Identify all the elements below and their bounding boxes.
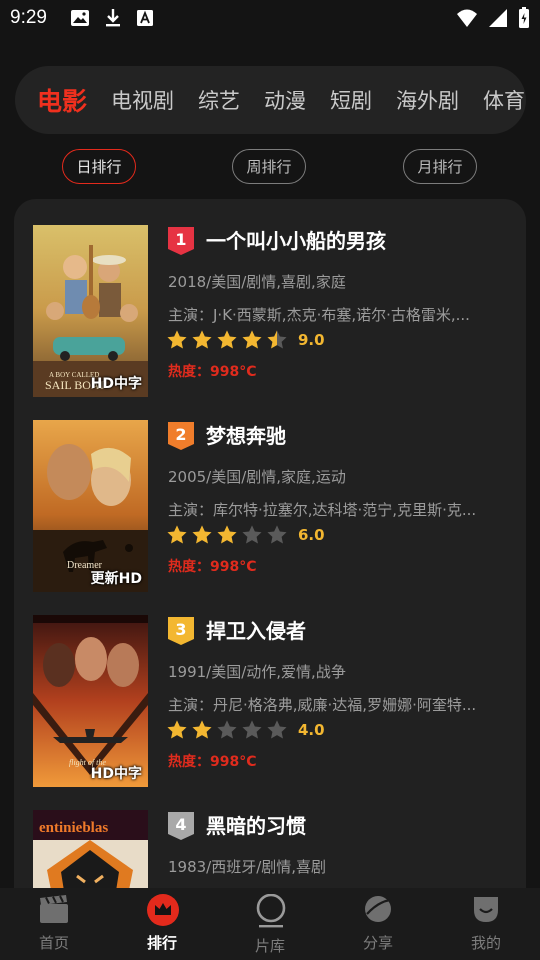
movie-score: 9.0	[298, 331, 325, 349]
movie-score: 6.0	[298, 526, 325, 544]
clapperboard-icon	[39, 894, 69, 924]
tab-anime[interactable]: 动漫	[264, 85, 306, 115]
star-icon	[216, 524, 238, 550]
poster-badge: HD中字	[90, 766, 142, 782]
rank-badge: 3	[168, 617, 194, 645]
system-icons	[456, 7, 530, 33]
poster-image[interactable]: flight of the HD中字	[33, 615, 148, 787]
tab-variety[interactable]: 综艺	[198, 85, 240, 115]
list-item[interactable]: flight of the HD中字 3 捍卫入侵者 1991/美国/动作,爱情…	[33, 615, 513, 787]
star-rating	[166, 524, 288, 550]
movie-meta: 2018/美国/剧情,喜剧,家庭	[168, 273, 346, 291]
star-icon	[166, 329, 188, 355]
poster-badge: HD中字	[90, 376, 142, 392]
tab-short-drama[interactable]: 短剧	[330, 85, 372, 115]
movie-cast: 主演：J·K·西蒙斯,杰克·布塞,诺尔·古格雷米,...	[168, 306, 470, 324]
status-bar: 9:29	[0, 0, 540, 36]
movie-title[interactable]: 一个叫小小船的男孩	[206, 225, 386, 254]
nav-library[interactable]: 片库	[230, 888, 310, 960]
movie-heat: 热度：998°C	[168, 559, 257, 575]
movie-meta: 1991/美国/动作,爱情,战争	[168, 663, 346, 681]
movie-title[interactable]: 梦想奔驰	[206, 420, 286, 449]
nav-ranking[interactable]: 排行	[122, 888, 202, 960]
poster-badge: 更新HD	[90, 571, 142, 587]
profile-icon	[471, 894, 501, 924]
category-tabs: 电影 电视剧 综艺 动漫 短剧 海外剧 体育	[15, 66, 526, 134]
star-icon	[166, 719, 188, 745]
nav-share[interactable]: 分享	[338, 888, 418, 960]
planet-icon	[363, 894, 393, 924]
star-icon	[266, 719, 288, 745]
nav-profile[interactable]: 我的	[446, 888, 526, 960]
list-item[interactable]: entinieblas 4 黑暗的习惯 1983/西班牙/剧情,喜剧	[33, 810, 513, 888]
rank-badge: 2	[168, 422, 194, 450]
star-icon	[191, 329, 213, 355]
rank-badge: 4	[168, 812, 194, 840]
list-item[interactable]: A BOY CALLED SAIL BOAT HD中字 1 一个叫小小船的男孩 …	[33, 225, 513, 397]
list-item[interactable]: Dreamer 更新HD 2 梦想奔驰 2005/美国/剧情,家庭,运动 主演：…	[33, 420, 513, 592]
crown-icon	[147, 894, 179, 926]
poster-image[interactable]: entinieblas	[33, 810, 148, 888]
period-daily-button[interactable]: 日排行	[62, 149, 136, 184]
star-rating	[166, 329, 288, 355]
notification-icons	[70, 8, 154, 32]
ranking-list: A BOY CALLED SAIL BOAT HD中字 1 一个叫小小船的男孩 …	[14, 199, 526, 888]
signal-icon	[488, 8, 508, 32]
period-monthly-button[interactable]: 月排行	[403, 149, 477, 184]
svg-text:entinieblas: entinieblas	[39, 820, 108, 836]
tab-overseas[interactable]: 海外剧	[396, 85, 459, 115]
star-icon	[216, 719, 238, 745]
poster-image[interactable]: A BOY CALLED SAIL BOAT HD中字	[33, 225, 148, 397]
ring-icon	[255, 893, 286, 928]
movie-heat: 热度：998°C	[168, 754, 257, 770]
bottom-nav: 首页 排行 片库 分享 我的	[0, 888, 540, 960]
movie-cast: 主演：库尔特·拉塞尔,达科塔·范宁,克里斯·克...	[168, 501, 477, 519]
star-icon	[266, 524, 288, 550]
tab-sports[interactable]: 体育	[483, 85, 525, 115]
movie-cast: 主演：丹尼·格洛弗,威廉·达福,罗姗娜·阿奎特...	[168, 696, 477, 714]
tab-tv-series[interactable]: 电视剧	[111, 85, 174, 115]
movie-title[interactable]: 捍卫入侵者	[206, 615, 306, 644]
movie-meta: 2005/美国/剧情,家庭,运动	[168, 468, 346, 486]
star-icon	[166, 524, 188, 550]
star-icon	[241, 329, 263, 355]
poster-image[interactable]: Dreamer 更新HD	[33, 420, 148, 592]
battery-icon	[518, 7, 530, 33]
font-icon	[136, 9, 154, 31]
movie-meta: 1983/西班牙/剧情,喜剧	[168, 858, 327, 876]
star-rating	[166, 719, 288, 745]
movie-title[interactable]: 黑暗的习惯	[206, 810, 306, 839]
nav-home[interactable]: 首页	[14, 888, 94, 960]
movie-score: 4.0	[298, 721, 325, 739]
status-time: 9:29	[10, 7, 47, 28]
rank-badge: 1	[168, 227, 194, 255]
wifi-icon	[456, 8, 478, 32]
star-icon	[216, 329, 238, 355]
star-icon	[191, 719, 213, 745]
star-icon	[266, 329, 288, 355]
star-icon	[191, 524, 213, 550]
download-icon	[104, 8, 122, 32]
image-icon	[70, 9, 90, 31]
star-icon	[241, 524, 263, 550]
tab-movie[interactable]: 电影	[37, 82, 87, 118]
movie-heat: 热度：998°C	[168, 364, 257, 380]
period-weekly-button[interactable]: 周排行	[232, 149, 306, 184]
star-icon	[241, 719, 263, 745]
category-list: 电影 电视剧 综艺 动漫 短剧 海外剧 体育	[37, 66, 526, 134]
